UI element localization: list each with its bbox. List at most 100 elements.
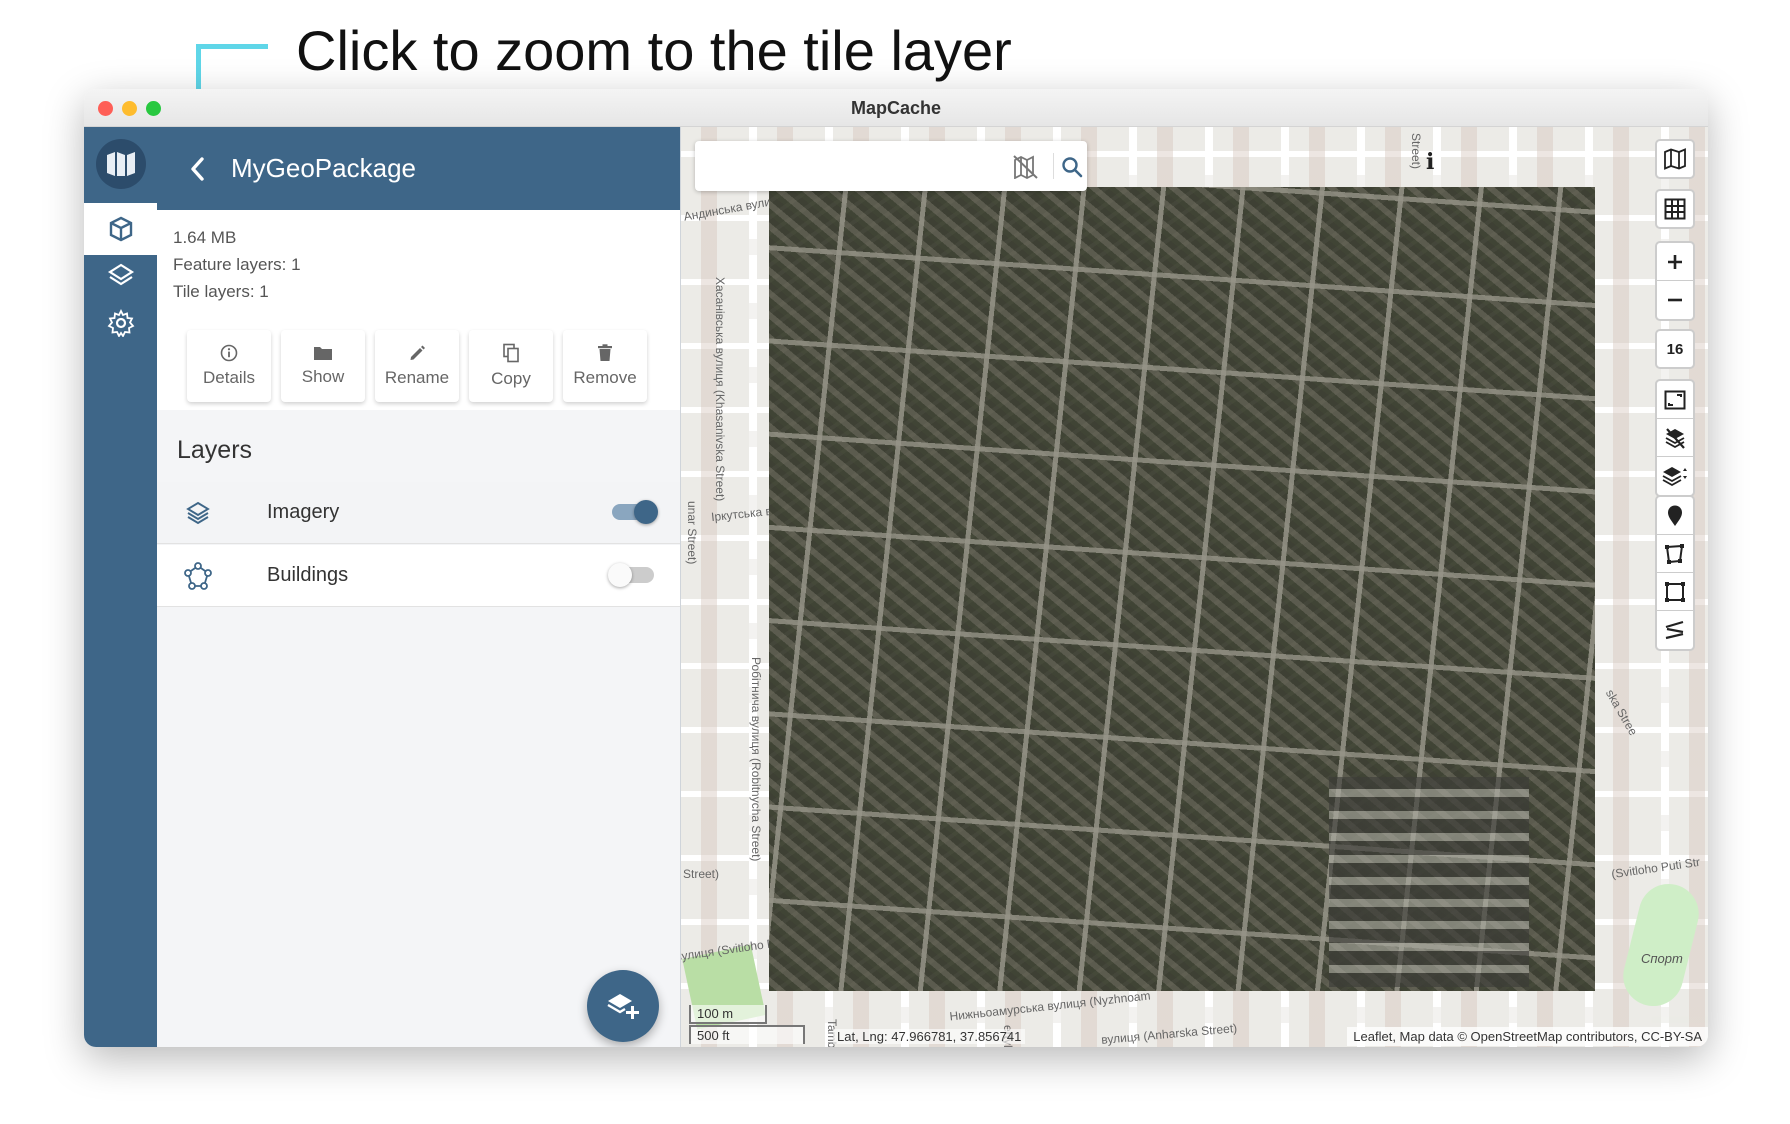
back-button[interactable] [181,151,213,187]
details-label: Details [203,368,255,387]
scale-bar-metric: 100 m [689,1005,767,1024]
map-attribution[interactable]: Leaflet, Map data © OpenStreetMap contri… [1347,1027,1708,1046]
layer-order-button[interactable] [1657,457,1693,495]
map-icon [1664,148,1686,170]
layers-sort-icon [1662,467,1687,487]
marker-icon [1668,505,1682,526]
zoom-in-button[interactable] [1657,243,1693,281]
rail-item-geopackages[interactable] [84,203,157,255]
pencil-icon [410,345,425,360]
polyline-icon [1665,620,1684,640]
buildings-visibility-toggle[interactable] [608,563,654,587]
extent-icon [1664,390,1686,409]
drawing-tools [1655,495,1695,651]
rename-label: Rename [384,368,450,387]
map-street-label: Street) [1409,133,1423,170]
draw-rectangle-button[interactable] [1657,573,1693,611]
layer-tools [1655,379,1695,497]
zoom-out-button[interactable] [1657,281,1693,319]
zoom-level-indicator: 16 [1655,329,1695,369]
remove-button[interactable]: Remove [563,330,647,402]
layers-off-icon [1665,427,1685,449]
geopackage-title: MyGeoPackage [231,153,416,183]
screenshot-stage: Click to zoom to the tile layer MapCache [0,0,1790,1124]
geopackage-actions: Details Show Rename Copy Remove [187,330,647,402]
layer-row-imagery[interactable]: Imagery [157,482,680,544]
zoom-level-value: 16 [1666,340,1684,358]
rename-button[interactable]: Rename [375,330,459,402]
chevron-left-icon [191,157,204,181]
tile-layer-count: Tile layers: 1 [173,282,269,301]
details-button[interactable]: Details [187,330,271,402]
base-map-button[interactable] [1655,139,1695,179]
copy-label: Copy [491,369,531,388]
search-icon [1062,157,1083,178]
app-window: MapCache MyGeoPackage 1.64 MB Feature la… [84,89,1708,1047]
search-separator [1053,153,1054,179]
layers-icon [107,263,134,286]
remove-label: Remove [573,368,637,387]
feature-layer-count: Feature layers: 1 [173,255,301,274]
fit-extent-button[interactable] [1657,381,1693,419]
show-button[interactable]: Show [281,330,365,402]
map-info-marker: i [1426,149,1435,175]
draw-line-button[interactable] [1657,611,1693,649]
grid-icon [1664,198,1686,220]
folder-icon [314,347,332,360]
layer-name-imagery: Imagery [267,501,340,523]
scale-bar-imperial: 500 ft [689,1025,805,1044]
layers-heading: Layers [177,436,253,464]
copy-icon [503,343,519,363]
map-view[interactable]: Хасанівська вулиця (Khasanivska Street) … [681,127,1708,1047]
map-poi-label: Спорт [1641,951,1683,966]
zoom-controls [1655,241,1695,321]
draw-polygon-button[interactable] [1657,535,1693,573]
cube-icon [109,216,132,242]
draw-point-button[interactable] [1657,497,1693,535]
panel-header: MyGeoPackage [157,127,680,210]
title-bar: MapCache [84,89,1708,127]
copy-button[interactable]: Copy [469,330,553,402]
map-street-label: unar Street) [685,501,699,565]
rectangle-icon [1665,581,1685,602]
map-street-label: Робітнича вулиця (Robitnycha Street) [749,657,763,862]
imagery-visibility-toggle[interactable] [612,500,658,524]
show-label: Show [301,367,345,386]
feature-layer-icon [184,562,212,590]
clear-search-button[interactable] [1013,154,1039,180]
callout-caption: Click to zoom to the tile layer [296,19,1012,82]
map-street-label: Хасанівська вулиця (Khasanivska Street) [713,277,727,502]
toggle-knob [608,563,632,587]
layer-name-buildings: Buildings [267,564,349,586]
toggle-knob [634,500,658,524]
hide-layers-button[interactable] [1657,419,1693,457]
callout-line-horizontal [196,44,268,49]
geopackage-panel: MyGeoPackage 1.64 MB Feature layers: 1 T… [157,127,681,1047]
imagery-tile-layer [769,187,1595,991]
plus-icon [1668,254,1682,269]
map-off-icon [1013,155,1038,179]
map-search-input[interactable] [705,151,995,181]
gear-icon [107,309,134,337]
zoom-to-feature-layer-button[interactable] [181,559,215,593]
rail-item-layers[interactable] [84,249,157,301]
geopackage-info-card: 1.64 MB Feature layers: 1 Tile layers: 1… [157,210,680,410]
cursor-coordinates: Lat, Lng: 47.966781, 37.856741 [833,1029,1026,1044]
minus-icon [1668,298,1682,302]
info-icon [220,344,238,362]
geopackage-size: 1.64 MB [173,228,237,247]
layer-row-buildings[interactable]: Buildings [157,545,680,607]
tile-layer-icon [186,501,210,525]
polygon-icon [1665,543,1684,564]
rail-item-settings[interactable] [84,297,157,349]
app-logo[interactable] [96,139,146,189]
add-layer-icon [607,994,639,1019]
window-title: MapCache [850,98,942,118]
add-layer-button[interactable] [587,970,659,1042]
grid-overlay-button[interactable] [1655,189,1695,229]
map-search-bar [695,141,1087,191]
search-button[interactable] [1059,154,1085,180]
nav-rail [84,127,157,1047]
map-logo-icon [107,152,135,176]
zoom-to-tile-layer-button[interactable] [181,496,215,530]
